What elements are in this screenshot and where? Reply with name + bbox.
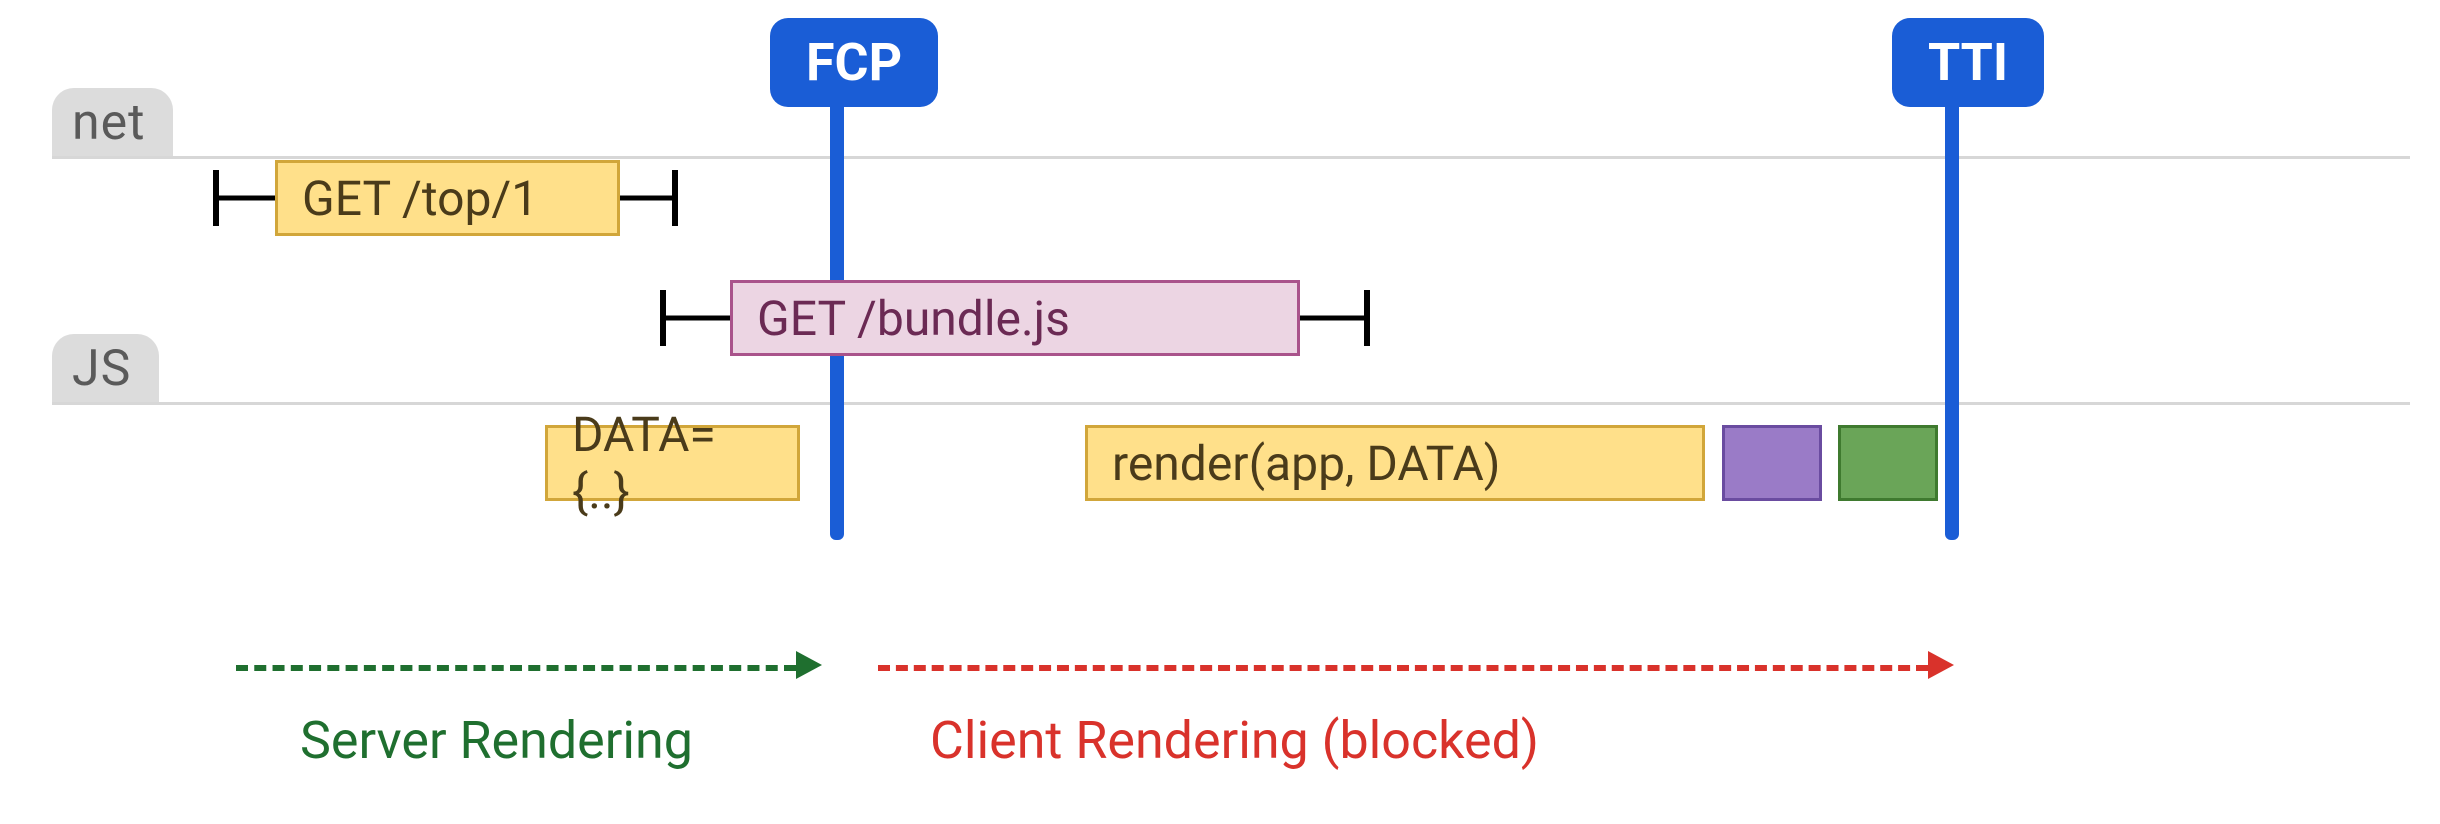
task-box-green bbox=[1838, 425, 1938, 501]
fcp-marker-pill: FCP bbox=[770, 18, 938, 107]
row-line-js bbox=[52, 402, 2410, 405]
task-render: render(app, DATA) bbox=[1085, 425, 1705, 501]
row-label-net: net bbox=[52, 88, 173, 158]
tti-marker-line bbox=[1945, 100, 1959, 540]
rendering-timeline-diagram: net JS FCP TTI GET /top/1 GET /bundle.js… bbox=[0, 0, 2440, 824]
task-data: DATA={..} bbox=[545, 425, 800, 501]
task-get-bundle: GET /bundle.js bbox=[730, 280, 1300, 356]
arrow-head-server bbox=[796, 651, 822, 679]
row-label-js: JS bbox=[52, 334, 159, 404]
row-line-net bbox=[52, 156, 2410, 159]
tti-marker-pill: TTI bbox=[1892, 18, 2044, 107]
phase-label-server: Server Rendering bbox=[300, 710, 693, 771]
arrow-client bbox=[878, 665, 1928, 671]
arrow-server bbox=[236, 665, 796, 671]
task-box-purple bbox=[1722, 425, 1822, 501]
task-get-top: GET /top/1 bbox=[275, 160, 620, 236]
arrow-head-client bbox=[1928, 651, 1954, 679]
phase-label-client: Client Rendering (blocked) bbox=[930, 710, 1539, 771]
